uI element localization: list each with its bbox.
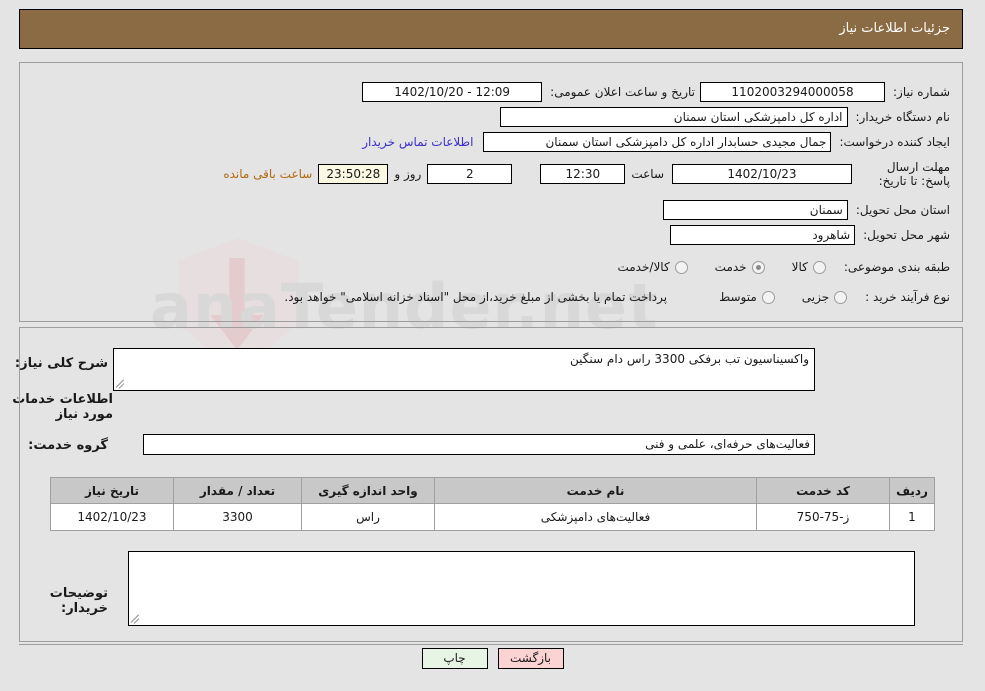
page-title: جزئیات اطلاعات نیاز	[839, 21, 950, 36]
need-details-panel	[19, 327, 963, 642]
back-button[interactable]: بازگشت	[497, 648, 564, 669]
print-button[interactable]: چاپ	[421, 648, 488, 669]
page-header: جزئیات اطلاعات نیاز	[19, 9, 963, 49]
footer-button-bar: بازگشت چاپ	[0, 648, 985, 669]
need-info-panel	[19, 62, 963, 322]
footer-divider	[19, 644, 963, 645]
